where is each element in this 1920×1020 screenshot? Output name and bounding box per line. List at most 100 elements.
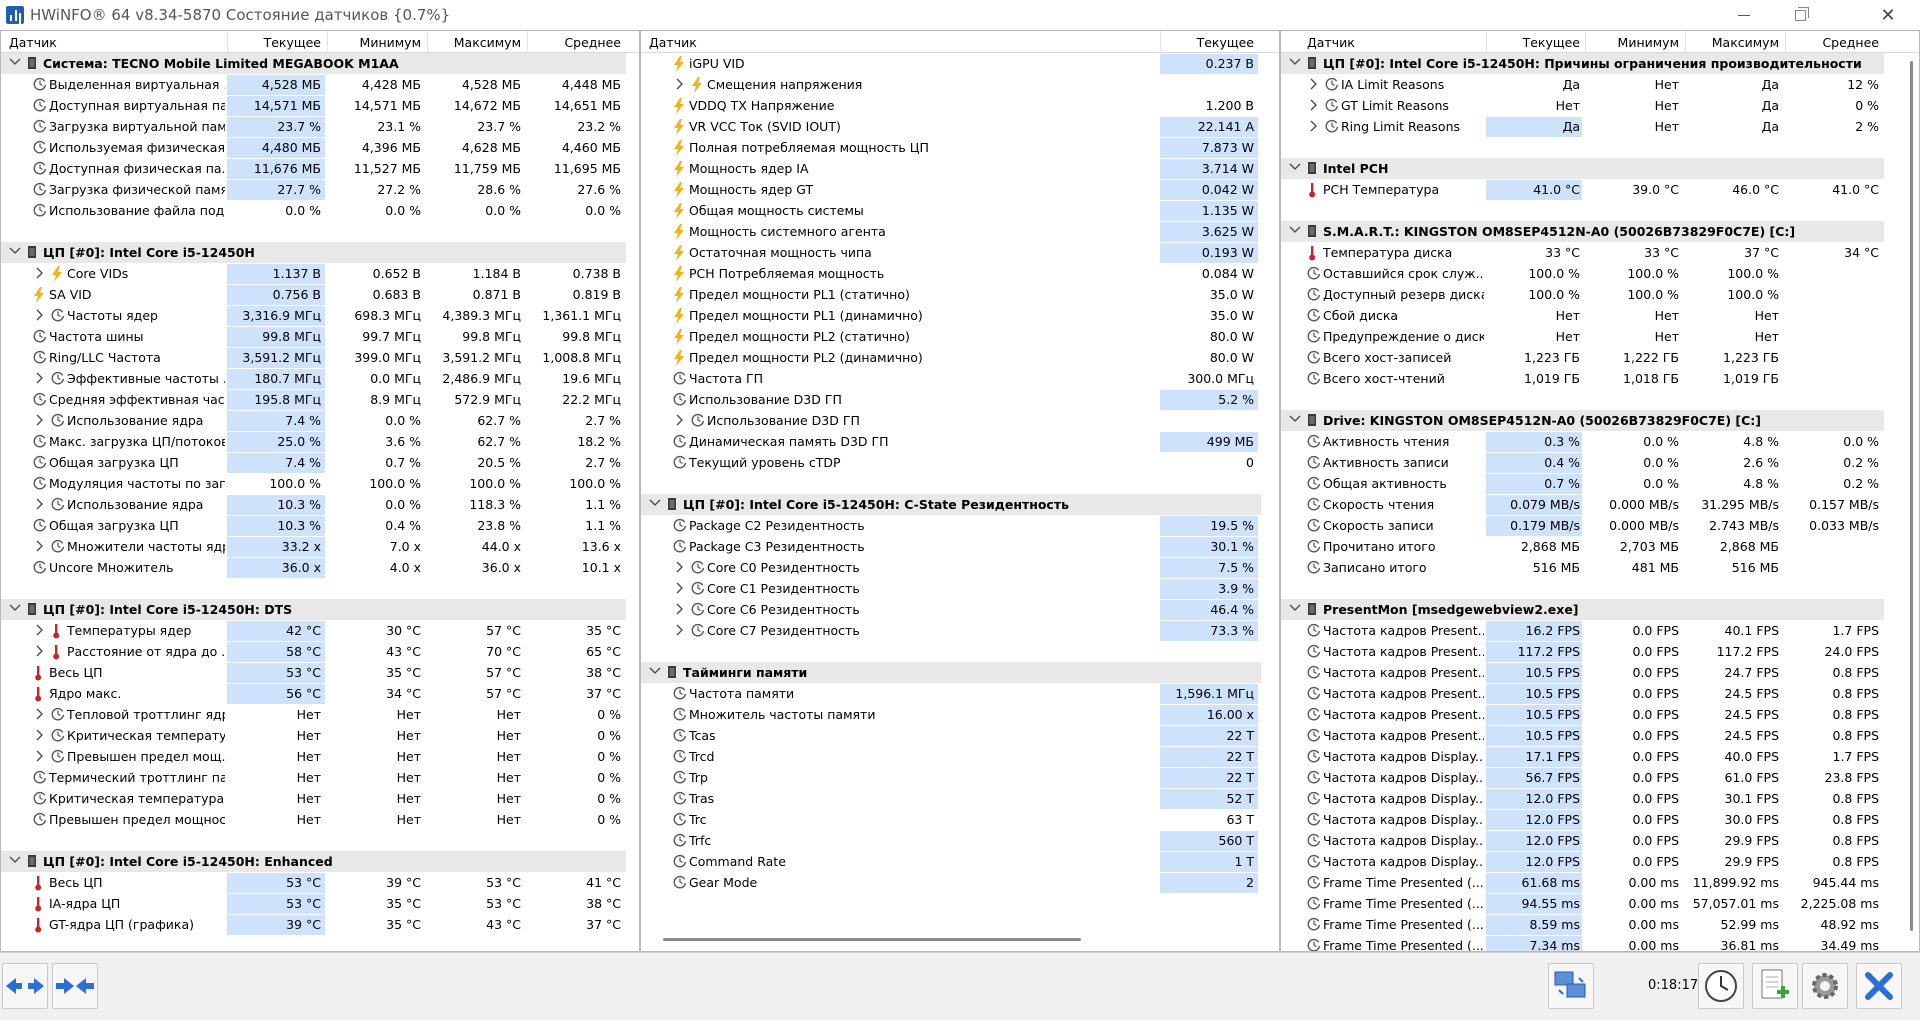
- sensor-panel-1[interactable]: Датчик Текущее Минимум Максимум Среднее …: [0, 30, 640, 952]
- sensor-row[interactable]: Доступная виртуальная па... 14,571 МБ 14,5…: [1, 95, 639, 116]
- sensor-row[interactable]: VR VCC Ток (SVID IOUT) 22.141 A: [641, 116, 1279, 137]
- collapse-chevron-icon[interactable]: [1289, 414, 1301, 424]
- sensor-row[interactable]: Смещения напряжения: [641, 74, 1279, 95]
- sensor-row[interactable]: Gear Mode 2: [641, 872, 1279, 893]
- sensor-row[interactable]: Критическая температуры... Нет Нет Нет 0 %: [1, 725, 639, 746]
- sensor-row[interactable]: Термический троттлинг па... Нет Нет Нет 0 %: [1, 767, 639, 788]
- sensor-row[interactable]: Весь ЦП 53 °C 35 °C 57 °C 38 °C: [1, 662, 639, 683]
- sensor-row[interactable]: Частота памяти 1,596.1 МГц: [641, 683, 1279, 704]
- sensor-row[interactable]: Частота шины 99.8 МГц 99.7 МГц 99.8 МГц 99.8…: [1, 326, 639, 347]
- sensor-row[interactable]: Скорость записи 0.179 MB/s 0.000 MB/s 2.743…: [1281, 515, 1919, 536]
- column-max[interactable]: Максимум: [1685, 35, 1779, 50]
- sensor-row[interactable]: Core C7 Резидентность 73.3 %: [641, 620, 1279, 641]
- sensor-row[interactable]: Используемая физическая ... 4,480 МБ 4,396…: [1, 137, 639, 158]
- sensor-row[interactable]: Загрузка физической памяти 27.7 % 27.2 % 28…: [1, 179, 639, 200]
- expand-chevron-icon[interactable]: [35, 498, 45, 510]
- sensor-row[interactable]: GT-ядра ЦП (графика) 39 °C 35 °C 43 °C 37 °C: [1, 914, 639, 935]
- collapse-chevron-icon[interactable]: [9, 855, 21, 865]
- sensor-row[interactable]: Превышен предел мощ... Нет Нет Нет 0 %: [1, 746, 639, 767]
- expand-chevron-icon[interactable]: [35, 414, 45, 426]
- column-current[interactable]: Текущее: [1486, 35, 1580, 50]
- sensor-row[interactable]: Частота кадров Present... 16.2 FPS 0.0 FPS…: [1281, 620, 1919, 641]
- sensor-row[interactable]: Частота кадров Display... 12.0 FPS 0.0 FPS…: [1281, 851, 1919, 872]
- sensor-row[interactable]: Частота кадров Present... 10.5 FPS 0.0 FPS…: [1281, 683, 1919, 704]
- sensor-row[interactable]: Frame Time Presented (... 61.68 ms 0.00 ms…: [1281, 872, 1919, 893]
- expand-chevron-icon[interactable]: [35, 372, 45, 384]
- sensor-row[interactable]: Использование ядра 10.3 % 0.0 % 118.3 % 1.1 …: [1, 494, 639, 515]
- sensor-row[interactable]: Частоты ядер 3,316.9 МГц 698.3 МГц 4,389.3 …: [1, 305, 639, 326]
- sensor-row[interactable]: Превышен предел мощнос... Нет Нет Нет 0 %: [1, 809, 639, 830]
- sensor-row[interactable]: Прочитано итого 2,868 МБ 2,703 МБ 2,868 МБ: [1281, 536, 1919, 557]
- collapse-chevron-icon[interactable]: [1289, 225, 1301, 235]
- sensor-group-row[interactable]: PresentMon [msedgewebview2.exe]: [1281, 599, 1919, 620]
- sensor-row[interactable]: Uncore Множитель 36.0 x 4.0 x 36.0 x 10.1 x: [1, 557, 639, 578]
- vertical-scrollbar[interactable]: [1910, 61, 1913, 931]
- sensor-row[interactable]: Всего хост-чтений 1,019 ГБ 1,018 ГБ 1,019 Г…: [1281, 368, 1919, 389]
- sensor-row[interactable]: Макс. загрузка ЦП/потоков 25.0 % 3.6 % 62.7…: [1, 431, 639, 452]
- sensor-row[interactable]: Текущий уровень cTDP 0: [641, 452, 1279, 473]
- sensor-row[interactable]: Эффективные частоты ... 180.7 МГц 0.0 МГц 2…: [1, 368, 639, 389]
- sensor-row[interactable]: Package C2 Резидентность 19.5 %: [641, 515, 1279, 536]
- collapse-chevron-icon[interactable]: [649, 666, 661, 676]
- title-bar[interactable]: HWiNFO® 64 v8.34-5870 Состояние датчиков…: [0, 0, 1920, 30]
- expand-chevron-icon[interactable]: [675, 624, 685, 636]
- expand-chevron-icon[interactable]: [35, 729, 45, 741]
- column-max[interactable]: Максимум: [427, 35, 521, 50]
- sensor-row[interactable]: Оставшийся срок служ... 100.0 % 100.0 % 100…: [1281, 263, 1919, 284]
- sensor-row[interactable]: Частота кадров Display... 56.7 FPS 0.0 FPS…: [1281, 767, 1919, 788]
- sensor-row[interactable]: Core VIDs 1.137 В 0.652 В 1.184 В 0.738 В: [1, 263, 639, 284]
- sensor-group-row[interactable]: Drive: KINGSTON OM8SEP4512N-A0 (50026B73…: [1281, 410, 1919, 431]
- sensor-row[interactable]: Записано итого 516 МБ 481 МБ 516 МБ: [1281, 557, 1919, 578]
- expand-chevron-icon[interactable]: [35, 645, 45, 657]
- expand-chevron-icon[interactable]: [675, 603, 685, 615]
- sensor-group-row[interactable]: ЦП [#0]: Intel Core i5-12450H: Причины о…: [1281, 53, 1919, 74]
- sensor-row[interactable]: Модуляция частоты по запи... 100.0 % 100.0…: [1, 473, 639, 494]
- column-min[interactable]: Минимум: [327, 35, 421, 50]
- sensor-row[interactable]: Температура диска 33 °C 33 °C 37 °C 34 °C: [1281, 242, 1919, 263]
- sensor-row[interactable]: Весь ЦП 53 °C 39 °C 53 °C 41 °C: [1, 872, 639, 893]
- collapse-chevron-icon[interactable]: [1289, 603, 1301, 613]
- reset-timer-button[interactable]: [1698, 963, 1744, 1009]
- sensor-group-row[interactable]: ЦП [#0]: Intel Core i5-12450H: Enhanced: [1, 851, 639, 872]
- network-button[interactable]: [1548, 963, 1594, 1009]
- sensor-row[interactable]: Множители частоты ядра 33.2 x 7.0 x 44.0 x 1…: [1, 536, 639, 557]
- sensor-row[interactable]: Core C1 Резидентность 3.9 %: [641, 578, 1279, 599]
- horizontal-scrollbar[interactable]: [663, 938, 1081, 941]
- sensor-row[interactable]: Частота кадров Display... 12.0 FPS 0.0 FPS…: [1281, 788, 1919, 809]
- expand-chevron-icon[interactable]: [35, 708, 45, 720]
- close-sensors-button[interactable]: [1856, 963, 1902, 1009]
- collapse-chevron-icon[interactable]: [9, 246, 21, 256]
- sensor-row[interactable]: Доступный резерв диска 100.0 % 100.0 % 100.…: [1281, 284, 1919, 305]
- sensor-row[interactable]: Использование файла под... 0.0 % 0.0 % 0.0 …: [1, 200, 639, 221]
- sensor-row[interactable]: iGPU VID 0.237 В: [641, 53, 1279, 74]
- sensor-row[interactable]: Всего хост-записей 1,223 ГБ 1,222 ГБ 1,223 …: [1281, 347, 1919, 368]
- sensor-group-row[interactable]: ЦП [#0]: Intel Core i5-12450H: C-State Р…: [641, 494, 1279, 515]
- settings-button[interactable]: [1802, 963, 1848, 1009]
- sensor-panel-2[interactable]: Датчик Текущее iGPU VID 0.237 В Смещения н…: [640, 30, 1280, 952]
- collapse-chevron-icon[interactable]: [649, 498, 661, 508]
- sensor-row[interactable]: Скорость чтения 0.079 MB/s 0.000 MB/s 31.29…: [1281, 494, 1919, 515]
- column-avg[interactable]: Среднее: [1785, 35, 1879, 50]
- sensor-row[interactable]: IA-ядра ЦП 53 °C 35 °C 53 °C 38 °C: [1, 893, 639, 914]
- column-min[interactable]: Минимум: [1585, 35, 1679, 50]
- expand-chevron-icon[interactable]: [675, 78, 685, 90]
- sensor-row[interactable]: Trc 63 T: [641, 809, 1279, 830]
- sensor-row[interactable]: Предел мощности PL2 (статично) 80.0 W: [641, 326, 1279, 347]
- collapse-chevron-icon[interactable]: [9, 57, 21, 67]
- column-current[interactable]: Текущее: [227, 35, 321, 50]
- collapse-chevron-icon[interactable]: [1289, 162, 1301, 172]
- sensor-row[interactable]: Активность записи 0.4 % 0.0 % 2.6 % 0.2 %: [1281, 452, 1919, 473]
- restore-button[interactable]: [1772, 0, 1828, 30]
- expand-chevron-icon[interactable]: [675, 414, 685, 426]
- sensor-row[interactable]: Предел мощности PL2 (динамично) 80.0 W: [641, 347, 1279, 368]
- expand-chevron-icon[interactable]: [1309, 78, 1319, 90]
- sensor-row[interactable]: PCH Потребляемая мощность 0.084 W: [641, 263, 1279, 284]
- column-avg[interactable]: Среднее: [527, 35, 621, 50]
- expand-chevron-icon[interactable]: [35, 309, 45, 321]
- sensor-row[interactable]: Мощность системного агента 3.625 W: [641, 221, 1279, 242]
- sensor-row[interactable]: Полная потребляемая мощность ЦП 7.873 W: [641, 137, 1279, 158]
- collapse-all-button[interactable]: [52, 963, 98, 1009]
- minimize-button[interactable]: [1716, 0, 1772, 30]
- sensor-row[interactable]: Частота кадров Present... 10.5 FPS 0.0 FPS…: [1281, 662, 1919, 683]
- sensor-row[interactable]: Температуры ядер 42 °C 30 °C 57 °C 35 °C: [1, 620, 639, 641]
